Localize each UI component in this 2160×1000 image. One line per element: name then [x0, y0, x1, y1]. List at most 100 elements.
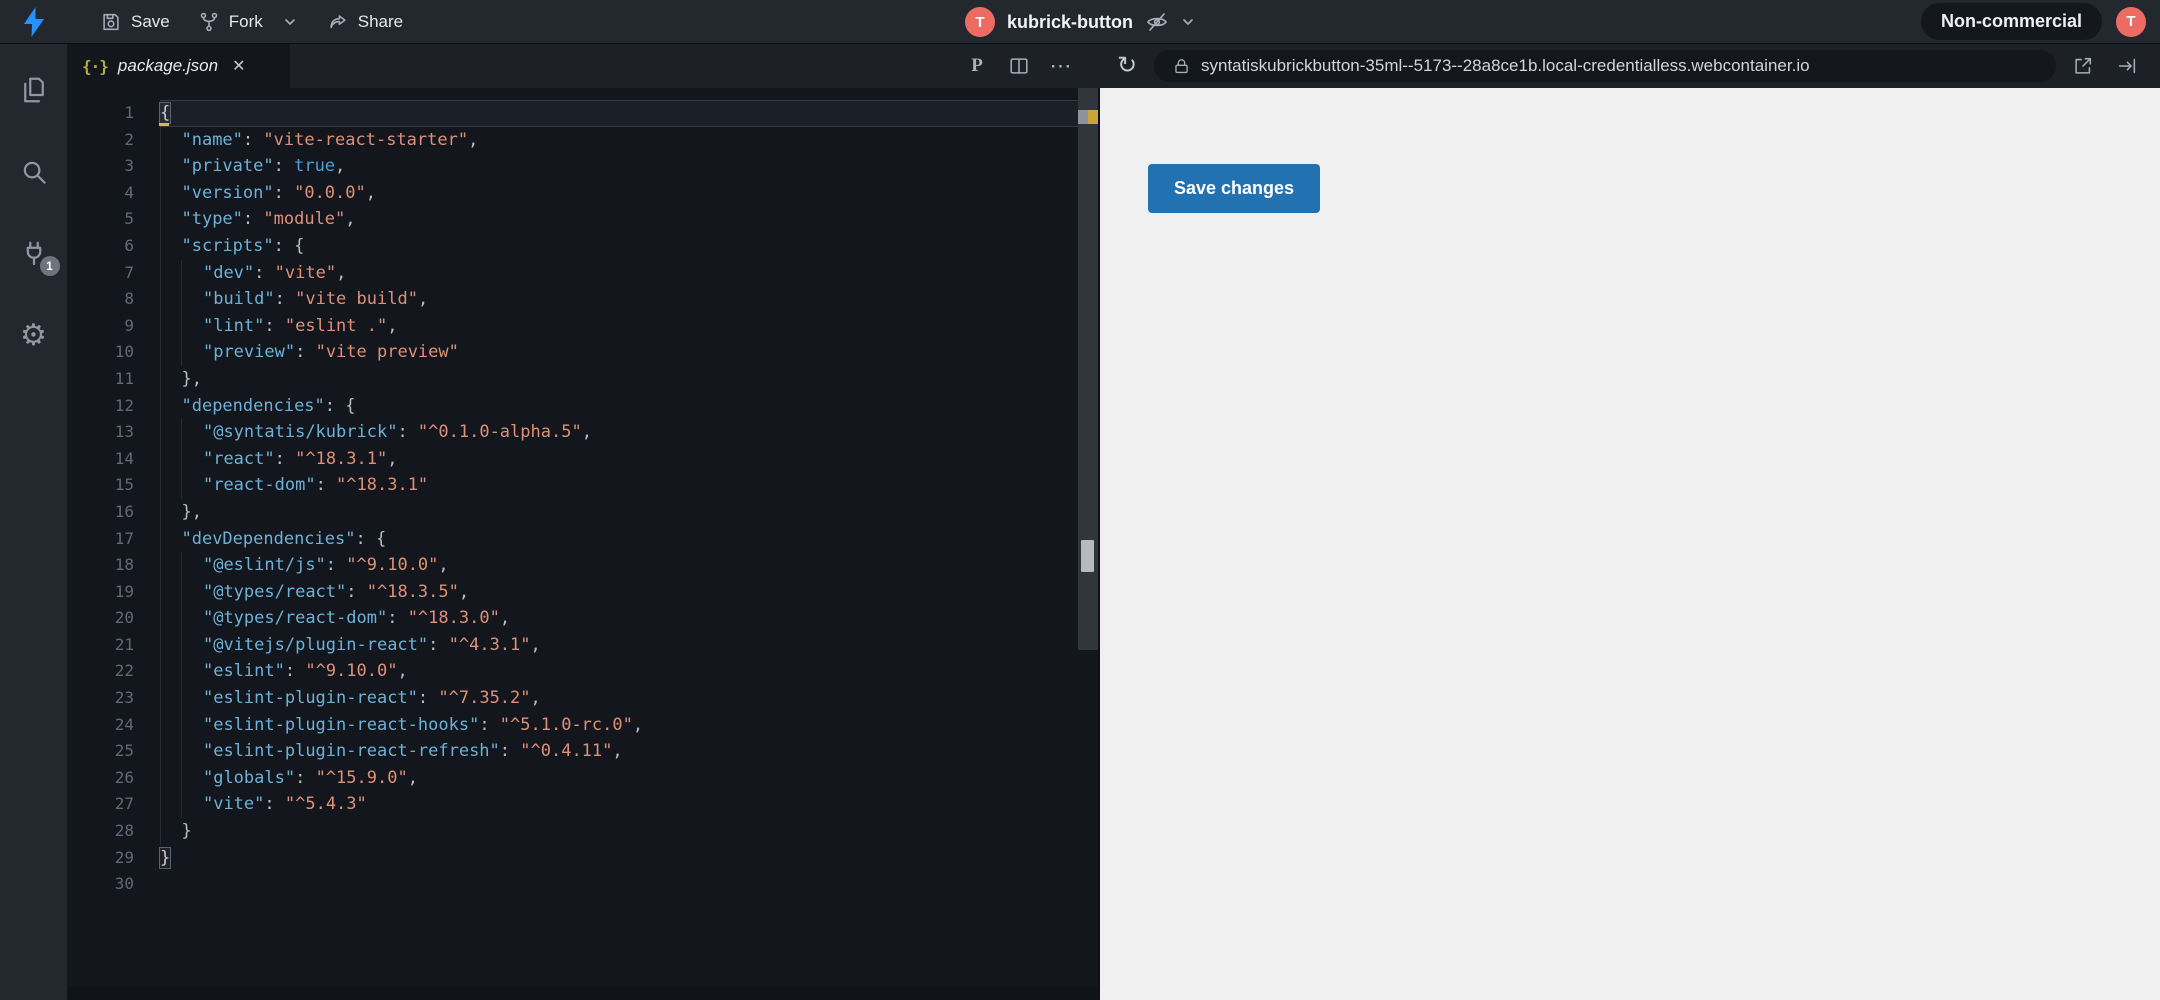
code-line[interactable]: 30: [68, 871, 1098, 898]
code-line[interactable]: 25 "eslint-plugin-react-refresh": "^0.4.…: [68, 738, 1098, 765]
code-line[interactable]: 9 "lint": "eslint .",: [68, 312, 1098, 340]
search-icon: [23, 161, 46, 184]
code-line[interactable]: 23 "eslint-plugin-react": "^7.35.2",: [68, 685, 1098, 712]
stackblitz-logo[interactable]: [0, 6, 68, 37]
code-line[interactable]: 12 "dependencies": {: [68, 392, 1098, 420]
sidebar-item-ports[interactable]: 1: [16, 236, 60, 276]
sidebar-item-search[interactable]: [16, 154, 52, 190]
line-number: 14: [114, 448, 134, 468]
line-number: 28: [114, 821, 134, 841]
code-line[interactable]: 4 "version": "0.0.0",: [68, 179, 1098, 207]
line-number: 3: [124, 156, 134, 176]
code-line[interactable]: 24 "eslint-plugin-react-hooks": "^5.1.0-…: [68, 711, 1098, 739]
editor-scrollbar[interactable]: [1078, 88, 1098, 986]
ellipsis-icon: ⋯: [1049, 53, 1073, 78]
prettier-icon: P: [971, 55, 983, 76]
split-editor-button[interactable]: [1002, 49, 1036, 83]
code-line[interactable]: 16 },: [68, 498, 1098, 526]
line-number: 2: [124, 129, 134, 149]
sidebar-item-settings[interactable]: ⚙: [16, 318, 52, 354]
topbar-actions: Save Fork Share: [86, 5, 417, 39]
code-line[interactable]: 5 "type": "module",: [68, 206, 1098, 233]
lightning-bolt-icon: [24, 6, 44, 37]
line-number: 6: [124, 235, 134, 255]
fork-button[interactable]: Fork: [184, 5, 277, 39]
open-in-new-window-button[interactable]: [2066, 49, 2100, 83]
line-number: 10: [114, 342, 134, 362]
code-line[interactable]: 3 "private": true,: [68, 153, 1098, 180]
line-number: 11: [114, 368, 134, 388]
dock-preview-button[interactable]: [2110, 49, 2144, 83]
code-line[interactable]: 6 "scripts": {: [68, 232, 1098, 260]
activity-sidebar: 1 ⚙: [0, 44, 68, 1000]
ports-count-badge: 1: [39, 256, 60, 276]
code-line[interactable]: 18 "@eslint/js": "^9.10.0",: [68, 552, 1098, 579]
line-number: 30: [114, 874, 134, 894]
code-line[interactable]: 2 "name": "vite-react-starter",: [68, 126, 1098, 154]
tab-and-toolbar-strip: {·} package.json ✕ P ⋯ ↻ syntatiskubrick…: [68, 44, 2160, 88]
top-bar: Save Fork Share T kubrick-button Non-com…: [0, 0, 2160, 44]
line-number: 5: [124, 209, 134, 229]
code-editor[interactable]: 1{2 "name": "vite-react-starter", 3 "priv…: [68, 88, 1100, 1000]
code-line[interactable]: 8 "build": "vite build",: [68, 286, 1098, 313]
line-number: 7: [124, 262, 134, 282]
project-avatar: T: [965, 7, 995, 37]
code-line[interactable]: 26 "globals": "^15.9.0",: [68, 764, 1098, 792]
preview-pane: Save changes: [1100, 88, 2160, 1000]
project-header[interactable]: T kubrick-button: [965, 0, 1195, 44]
code-line[interactable]: 21 "@vitejs/plugin-react": "^4.3.1",: [68, 631, 1098, 659]
license-badge[interactable]: Non-commercial: [1920, 3, 2102, 40]
prettier-button[interactable]: P: [960, 49, 994, 83]
text-cursor: [159, 123, 169, 126]
line-number: 18: [114, 555, 134, 575]
save-changes-button[interactable]: Save changes: [1148, 164, 1321, 213]
code-lines: 1{2 "name": "vite-react-starter", 3 "priv…: [68, 100, 1098, 898]
code-line[interactable]: 22 "eslint": "^9.10.0",: [68, 658, 1098, 686]
tab-package-json[interactable]: {·} package.json ✕: [68, 44, 290, 88]
code-line[interactable]: 20 "@types/react-dom": "^18.3.0",: [68, 605, 1098, 632]
line-number: 1: [124, 103, 134, 122]
user-avatar[interactable]: T: [2116, 6, 2146, 37]
code-line[interactable]: 1{: [68, 100, 1098, 127]
save-button[interactable]: Save: [86, 5, 184, 39]
code-line[interactable]: 11 },: [68, 365, 1098, 393]
code-line[interactable]: 17 "devDependencies": {: [68, 525, 1098, 553]
line-number: 16: [114, 501, 134, 521]
fork-dropdown-button[interactable]: [277, 9, 303, 35]
editor-tab-bar: {·} package.json ✕ P ⋯: [68, 44, 1100, 88]
line-number: 17: [114, 528, 134, 548]
arrow-to-bar-icon: [2118, 58, 2136, 74]
line-number: 13: [114, 422, 134, 442]
line-number: 27: [114, 794, 134, 814]
line-number: 25: [114, 741, 134, 761]
fork-branch-icon: [200, 12, 218, 31]
close-tab-icon[interactable]: ✕: [232, 56, 245, 76]
line-number: 29: [114, 847, 134, 867]
code-line[interactable]: 7 "dev": "vite",: [68, 259, 1098, 287]
scrollbar-modified-marker: [1088, 110, 1098, 124]
chevron-down-icon[interactable]: [1181, 15, 1195, 29]
code-line[interactable]: 29}: [68, 845, 1098, 872]
refresh-button[interactable]: ↻: [1110, 49, 1144, 83]
chevron-down-icon: [284, 18, 295, 25]
app-window: Save Fork Share T kubrick-button Non-com…: [0, 0, 2160, 1000]
line-number: 4: [124, 182, 134, 202]
code-line[interactable]: 15 "react-dom": "^18.3.1": [68, 472, 1098, 499]
share-arrow-icon: [330, 14, 346, 28]
share-button[interactable]: Share: [313, 5, 417, 39]
code-line[interactable]: 19 "@types/react": "^18.3.5",: [68, 578, 1098, 606]
line-number: 22: [114, 661, 134, 681]
code-line[interactable]: 28 }: [68, 818, 1098, 845]
gear-icon: ⚙: [20, 319, 47, 352]
more-options-button[interactable]: ⋯: [1044, 49, 1078, 83]
code-line[interactable]: 14 "react": "^18.3.1",: [68, 445, 1098, 473]
line-number: 19: [114, 581, 134, 601]
share-label: Share: [357, 11, 404, 31]
preview-url-bar[interactable]: syntatiskubrickbutton-35ml--5173--28a8ce…: [1154, 50, 2056, 82]
code-line[interactable]: 13 "@syntatis/kubrick": "^0.1.0-alpha.5"…: [68, 419, 1098, 446]
code-line[interactable]: 27 "vite": "^5.4.3": [68, 791, 1098, 819]
sidebar-item-files[interactable]: [16, 72, 52, 108]
code-line[interactable]: 10 "preview": "vite preview": [68, 339, 1098, 366]
scrollbar-thumb-handle[interactable]: [1081, 540, 1094, 572]
line-number: 24: [114, 714, 134, 734]
